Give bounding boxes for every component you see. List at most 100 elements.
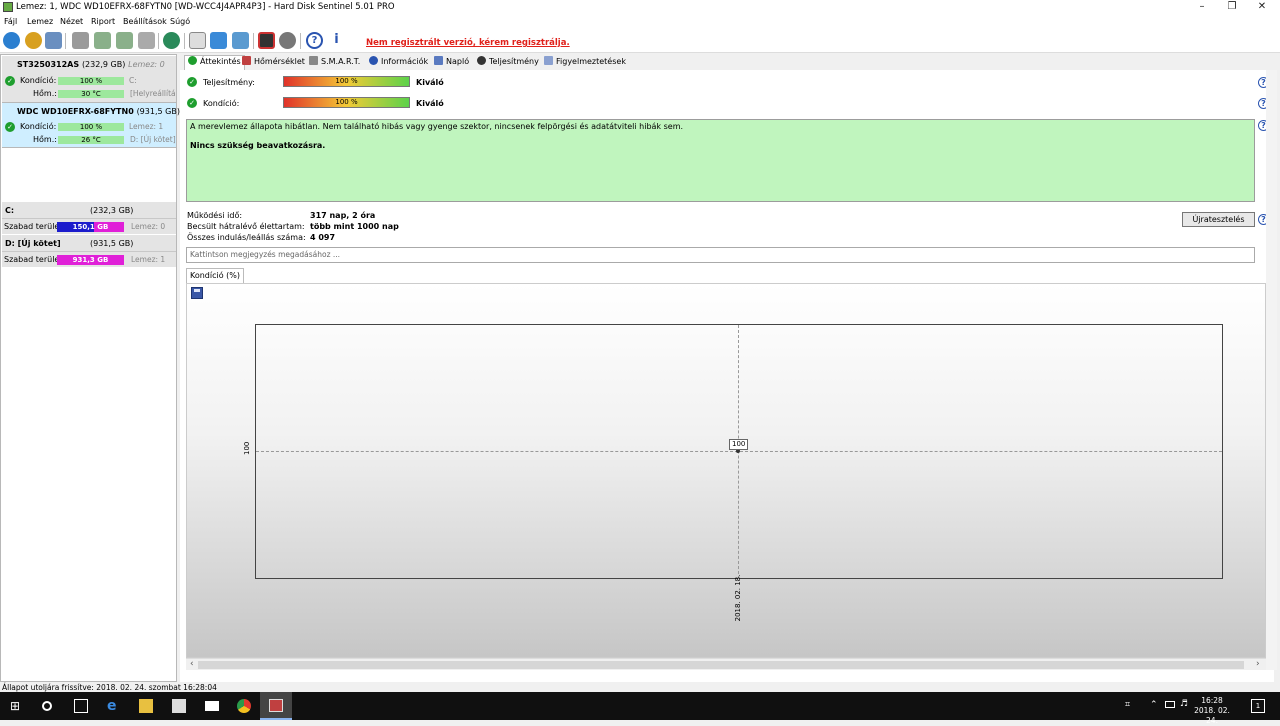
email-icon[interactable] — [45, 32, 62, 49]
lifetime-value: több mint 1000 nap — [310, 222, 399, 231]
tab-label: Áttekintés — [200, 57, 241, 66]
help-icon[interactable]: ? — [306, 32, 323, 49]
settings-icon[interactable] — [279, 32, 296, 49]
disk-tool-icon[interactable] — [138, 32, 155, 49]
status-text: A merevlemez állapota hibátlan. Nem talá… — [190, 122, 684, 131]
vertical-scrollbar[interactable] — [1266, 70, 1277, 670]
status-recommendation: Nincs szükség beavatkozásra. — [190, 141, 326, 150]
info-icon[interactable]: i — [328, 32, 345, 49]
disk-name: ST3250312AS — [17, 60, 80, 69]
hd-sentinel-icon — [269, 699, 283, 712]
note-input[interactable]: Kattintson megjegyzés megadásához ... — [186, 247, 1255, 263]
tab-information[interactable]: Információk — [369, 56, 428, 66]
y-tick-label: 100 — [243, 441, 251, 455]
close-button[interactable]: ✕ — [1248, 0, 1276, 15]
volume-c-header[interactable]: C: (232,3 GB) — [2, 202, 176, 219]
alert-icon[interactable] — [25, 32, 42, 49]
tab-performance[interactable]: Teljesítmény — [477, 56, 539, 66]
clock[interactable]: 16:28 2018. 02. 24. — [1192, 696, 1232, 726]
network-icon[interactable] — [1165, 701, 1175, 708]
status-description-box: A merevlemez állapota hibátlan. Nem talá… — [186, 119, 1255, 202]
uptime-value: 317 nap, 2 óra — [310, 211, 376, 220]
volume-ref: D: [Új kötet] — [130, 135, 176, 144]
edge-icon[interactable]: e — [107, 699, 121, 713]
store-icon[interactable] — [172, 699, 186, 713]
menu-report[interactable]: Riport — [91, 17, 115, 26]
start-icon[interactable]: ⊞ — [10, 699, 24, 713]
x-tick-label: 2018. 02. 18. — [734, 574, 742, 622]
menu-view[interactable]: Nézet — [60, 17, 83, 26]
volume-name: C: — [5, 206, 15, 215]
horizontal-scrollbar[interactable]: ‹ › — [186, 658, 1266, 670]
check-icon: ✓ — [187, 77, 197, 87]
menu-disk[interactable]: Lemez — [27, 17, 53, 26]
title-bar: Lemez: 1, WDC WD10EFRX-68FYTN0 [WD-WCC4J… — [0, 0, 1280, 15]
disk-header: ST3250312AS (232,9 GB) Lemez: 0 — [17, 60, 165, 69]
tab-alerts[interactable]: Figyelmeztetések — [544, 56, 626, 66]
menu-help[interactable]: Súgó — [170, 17, 190, 26]
test-icon[interactable] — [72, 32, 89, 49]
menu-file[interactable]: Fájl — [4, 17, 17, 26]
scroll-right-icon[interactable]: › — [1256, 659, 1260, 669]
tab-label: Teljesítmény — [489, 57, 539, 66]
mail-icon[interactable] — [205, 701, 219, 711]
condition-label: Kondíció: — [20, 122, 57, 131]
repair-icon[interactable] — [116, 32, 133, 49]
scroll-left-icon[interactable]: ‹ — [190, 659, 194, 669]
tab-label: Hőmérséklet — [254, 57, 305, 66]
lifetime-label: Becsült hátralévő élettartam: — [187, 222, 305, 231]
graph-tab-condition[interactable]: Kondíció (%) — [186, 268, 244, 284]
volume-d-header[interactable]: D: [Új kötet] (931,5 GB) — [2, 235, 176, 252]
toolbar-separator — [184, 33, 185, 49]
minimize-button[interactable]: – — [1188, 0, 1216, 15]
notification-icon[interactable]: 1 — [1251, 699, 1265, 713]
people-icon[interactable]: ⌗ — [1125, 700, 1130, 710]
disk-number: Lemez: 1 — [131, 255, 166, 264]
free-space-label: Szabad terület — [4, 255, 63, 264]
tab-smart[interactable]: S.M.A.R.T. — [309, 56, 360, 66]
volume-icon[interactable]: ♬ — [1180, 699, 1188, 709]
save-icon[interactable] — [191, 287, 203, 299]
sync-icon[interactable] — [210, 32, 227, 49]
disk-item-0[interactable]: ST3250312AS (232,9 GB) Lemez: 0 ✓ Kondíc… — [2, 56, 176, 103]
network-icon[interactable] — [232, 32, 249, 49]
menu-settings[interactable]: Beállítások — [123, 17, 167, 26]
chevron-up-icon[interactable]: ⌃ — [1150, 700, 1158, 710]
surface-test-icon[interactable] — [94, 32, 111, 49]
app-icon — [3, 2, 13, 12]
hd-sentinel-taskbar-button[interactable] — [260, 692, 292, 720]
log-icon — [434, 56, 443, 65]
registration-link[interactable]: Nem regisztrált verzió, kérem regisztrál… — [366, 38, 570, 48]
tab-label: Figyelmeztetések — [556, 57, 626, 66]
task-view-icon[interactable] — [74, 699, 88, 713]
disk-size: (931,5 GB) — [136, 107, 180, 116]
volume-ref: C: — [129, 76, 137, 85]
refresh-icon[interactable] — [3, 32, 20, 49]
retest-button[interactable]: Újratesztelés — [1182, 212, 1255, 227]
tab-overview[interactable]: Áttekintés — [184, 55, 245, 70]
scrollbar-thumb[interactable] — [198, 661, 1244, 669]
file-explorer-icon[interactable] — [139, 699, 153, 713]
free-space-label: Szabad terület — [4, 222, 63, 231]
clock-date: 2018. 02. 24. — [1194, 706, 1230, 725]
condition-bar: 100 % — [58, 123, 124, 131]
report-icon[interactable] — [189, 32, 206, 49]
screen-icon[interactable] — [258, 32, 275, 49]
condition-status: Kiváló — [416, 99, 444, 108]
tab-label: S.M.A.R.T. — [321, 57, 361, 66]
chrome-icon[interactable] — [237, 699, 251, 713]
disk-number: Lemez: 0 — [131, 222, 166, 231]
disk-item-1[interactable]: WDC WD10EFRX-68FYTN0 (931,5 GB) ✓ Kondíc… — [2, 103, 180, 148]
tab-temperature[interactable]: Hőmérséklet — [242, 56, 305, 66]
thermometer-icon — [242, 56, 251, 65]
performance-status: Kiváló — [416, 78, 444, 87]
restore-button[interactable]: ❐ — [1218, 0, 1246, 15]
toolbar-separator — [300, 33, 301, 49]
tab-log[interactable]: Napló — [434, 56, 469, 66]
search-icon[interactable] — [42, 701, 52, 711]
tab-label: Napló — [446, 57, 470, 66]
check-icon: ✓ — [5, 122, 15, 132]
info-icon — [369, 56, 378, 65]
globe-icon[interactable] — [163, 32, 180, 49]
free-space-bar: 931,3 GB — [57, 255, 124, 265]
